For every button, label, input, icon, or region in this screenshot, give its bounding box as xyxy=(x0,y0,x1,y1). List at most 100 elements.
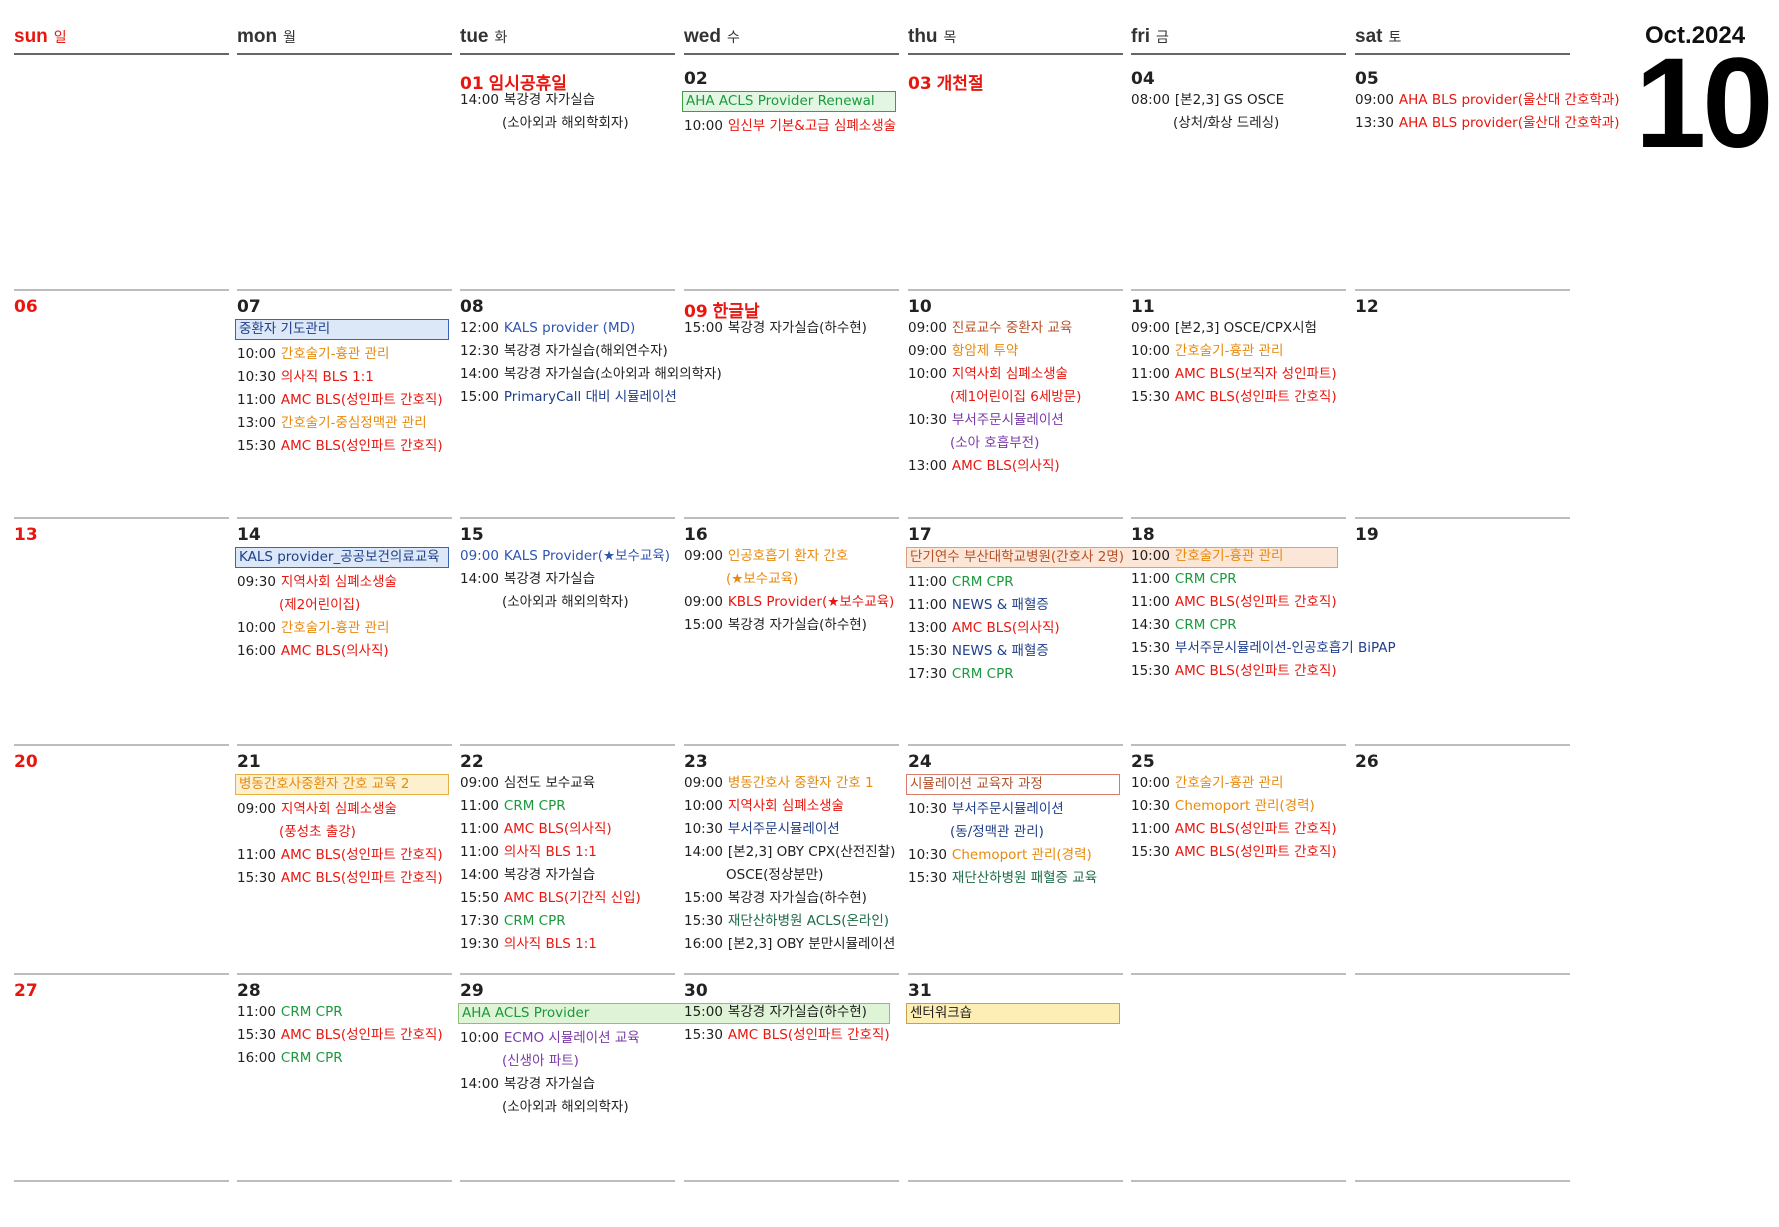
event-item: 15:30 AMC BLS(성인파트 간호직) xyxy=(237,437,443,455)
event-title: 의사직 BLS 1:1 xyxy=(503,936,597,952)
event-item: 10:00 간호술기-흉관 관리 xyxy=(237,619,389,637)
day-number-text: 21 xyxy=(237,752,261,772)
event-title: 재단산하병원 패혈증 교육 xyxy=(951,870,1098,886)
event-title: CRM CPR xyxy=(280,1004,343,1020)
event-banner: 센터워크숍 xyxy=(906,1003,1120,1024)
event-item: 13:00 간호술기-중심정맥관 관리 xyxy=(237,414,427,432)
day-number: 27 xyxy=(14,981,38,1001)
event-title: 복강경 자가실습 xyxy=(503,571,596,587)
event-title: AMC BLS(성인파트 간호직) xyxy=(280,847,443,863)
event-item: 15:00 복강경 자가실습(하수현) xyxy=(684,616,867,634)
event-time: 09:00 xyxy=(684,548,723,564)
event-title: NEWS & 패혈증 xyxy=(951,643,1049,659)
event-item: 12:00 KALS provider (MD) xyxy=(460,319,635,337)
week-divider xyxy=(14,289,229,291)
week-divider xyxy=(460,517,675,519)
day-cell: 22 09:00 심전도 보수교육 11:00 CRM CPR 11:00 AMC BLS(… xyxy=(460,749,678,954)
weekday-ko: 화 xyxy=(494,29,508,45)
event-item: 11:00 CRM CPR xyxy=(1131,570,1237,588)
event-time: 09:00 xyxy=(908,343,947,359)
event-item: 10:30 부서주문시뮬레이션 xyxy=(908,800,1064,818)
week-divider xyxy=(237,517,452,519)
week-divider xyxy=(908,973,1123,975)
day-cell: 01 임시공휴일 14:00 복강경 자가실습 (소아외과 해외학회자) xyxy=(460,66,678,271)
week-divider xyxy=(684,517,899,519)
event-continuation: (소아외과 해외학회자) xyxy=(502,115,629,131)
event-item: 19:30 의사직 BLS 1:1 xyxy=(460,935,597,953)
event-item: 12:30 복강경 자가실습(해외연수자) xyxy=(460,342,668,360)
event-item: 10:30 부서주문시뮬레이션 xyxy=(684,820,840,838)
event-time: 11:00 xyxy=(460,844,499,860)
weekday-en: fri xyxy=(1131,26,1150,47)
weekday-en: sat xyxy=(1355,26,1383,47)
day-number: 26 xyxy=(1355,752,1379,772)
day-number: 12 xyxy=(1355,297,1379,317)
event-time: 11:00 xyxy=(1131,594,1170,610)
day-cell: 09 한글날 15:00 복강경 자가실습(하수현) xyxy=(684,294,902,499)
day-cell: 06 xyxy=(14,294,232,499)
event-item: 15:30 AMC BLS(성인파트 간호직) xyxy=(237,869,443,887)
day-cell: 27 xyxy=(14,978,232,1178)
event-time: 11:00 xyxy=(237,392,276,408)
week-divider xyxy=(237,1180,452,1182)
event-item: 08:00 [본2,3] GS OSCE xyxy=(1131,91,1284,109)
event-title: CRM CPR xyxy=(1174,571,1237,587)
event-time: 10:30 xyxy=(908,412,947,428)
event-banner: KALS provider_공공보건의료교육 xyxy=(235,547,449,568)
week-divider xyxy=(237,973,452,975)
day-number-text: 06 xyxy=(14,297,38,317)
event-title: AMC BLS(성인파트 간호직) xyxy=(1174,821,1337,837)
event-title: 항암제 투약 xyxy=(951,343,1019,359)
event-time: 10:30 xyxy=(1131,798,1170,814)
day-number: 20 xyxy=(14,752,38,772)
day-number-text: 28 xyxy=(237,981,261,1001)
week-divider xyxy=(460,973,675,975)
event-time: 14:00 xyxy=(684,844,723,860)
day-number: 13 xyxy=(14,525,38,545)
day-number: 22 xyxy=(460,752,484,772)
event-time: 16:00 xyxy=(684,936,723,952)
event-continuation: (신생아 파트) xyxy=(502,1053,579,1069)
event-time: 10:00 xyxy=(908,366,947,382)
event-item: 10:30 부서주문시뮬레이션 xyxy=(908,411,1064,429)
weekday-header-mon: mon 월 xyxy=(237,26,296,52)
event-time: 11:00 xyxy=(1131,571,1170,587)
weekday-en: tue xyxy=(460,26,489,47)
day-number-text: 23 xyxy=(684,752,708,772)
event-time: 09:00 xyxy=(1131,320,1170,336)
event-title: 지역사회 심폐소생술 xyxy=(280,801,397,817)
day-number-text: 03 xyxy=(908,74,932,94)
day-number-text: 27 xyxy=(14,981,38,1001)
event-item: 11:00 AMC BLS(보직자 성인파트) xyxy=(1131,365,1337,383)
day-number-text: 17 xyxy=(908,525,932,545)
event-continuation: (동/정맥관 관리) xyxy=(950,824,1044,840)
day-cell: 25 10:00 간호술기-흉관 관리 10:30 Chemoport 관리(경력) 11… xyxy=(1131,749,1349,954)
event-time: 10:00 xyxy=(684,798,723,814)
event-time: 15:00 xyxy=(684,617,723,633)
day-number-text: 30 xyxy=(684,981,708,1001)
event-title: CRM CPR xyxy=(280,1050,343,1066)
event-title: [본2,3] OBY CPX(산전진찰) xyxy=(727,844,896,860)
event-item: 13:30 AHA BLS provider(울산대 간호학과) xyxy=(1355,114,1619,132)
week-divider xyxy=(14,1180,229,1182)
event-title: AMC BLS(의사직) xyxy=(951,620,1060,636)
day-number: 06 xyxy=(14,297,38,317)
event-item: 10:00 ECMO 시뮬레이션 교육 xyxy=(460,1029,640,1047)
day-cell: 02 AHA ACLS Provider Renewal 10:00 임신부 기본&고… xyxy=(682,66,902,271)
day-number-text: 11 xyxy=(1131,297,1155,317)
event-time: 11:00 xyxy=(1131,366,1170,382)
event-title: AMC BLS(의사직) xyxy=(280,643,389,659)
day-cell: 28 11:00 CRM CPR 15:30 AMC BLS(성인파트 간호직) 16:0… xyxy=(237,978,455,1178)
event-item: 09:30 지역사회 심폐소생술 xyxy=(237,573,397,591)
event-title: KALS Provider(★보수교육) xyxy=(503,548,671,564)
event-title: CRM CPR xyxy=(503,798,566,814)
day-number-text: 20 xyxy=(14,752,38,772)
event-time: 15:50 xyxy=(460,890,499,906)
event-item: 16:00 [본2,3] OBY 분만시뮬레이션 xyxy=(684,935,895,953)
event-item: 14:30 CRM CPR xyxy=(1131,616,1237,634)
event-time: 14:00 xyxy=(460,92,499,108)
event-item: 15:30 AMC BLS(성인파트 간호직) xyxy=(1131,388,1337,406)
event-time: 11:00 xyxy=(908,597,947,613)
event-title: AMC BLS(의사직) xyxy=(503,821,612,837)
event-item: 17:30 CRM CPR xyxy=(908,665,1014,683)
